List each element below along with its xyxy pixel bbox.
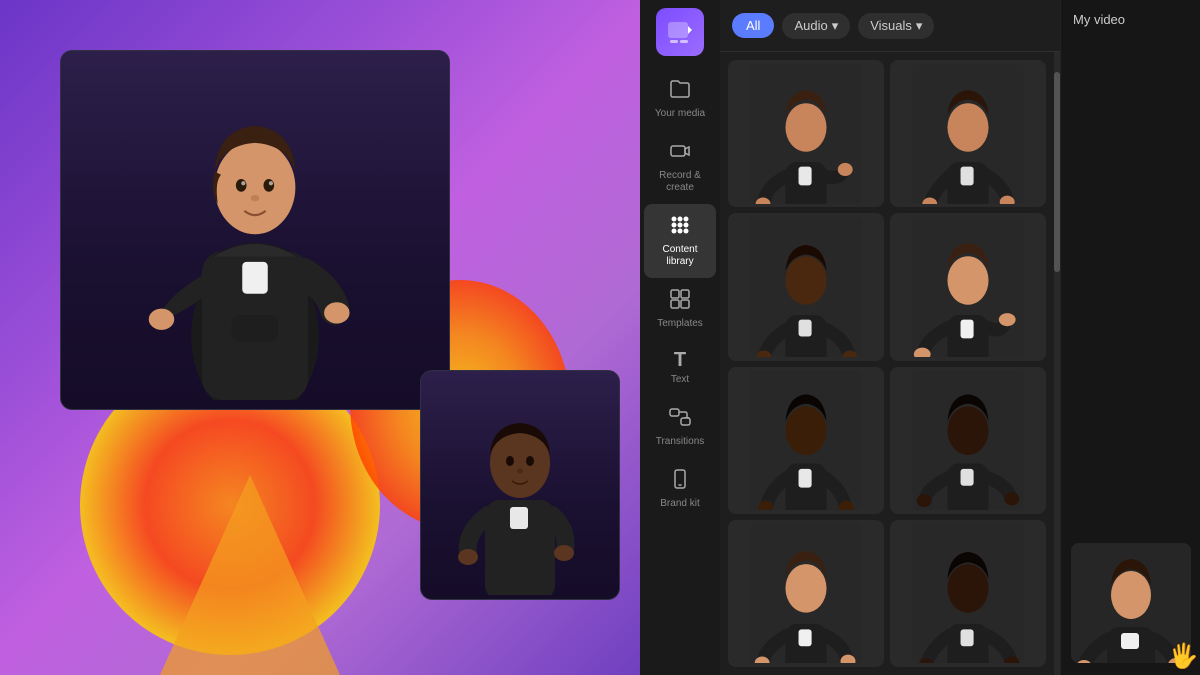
scroll-bar[interactable]	[1054, 52, 1060, 675]
sidebar-label-transitions: Transitions	[656, 436, 705, 448]
sidebar-item-record-create[interactable]: Record &create	[644, 130, 716, 204]
large-avatar-svg	[135, 60, 375, 400]
mini-panel: My video 🖐	[1060, 0, 1200, 675]
sidebar-item-content-library[interactable]: Contentlibrary	[644, 204, 716, 278]
sidebar-item-transitions[interactable]: Transitions	[644, 396, 716, 458]
thumb-5-avatar	[746, 370, 866, 510]
video-icon	[669, 140, 691, 166]
thumb-7-avatar	[746, 523, 866, 663]
sidebar-label-record-create: Record &create	[659, 170, 701, 194]
scroll-thumb[interactable]	[1054, 72, 1060, 272]
thumb-4[interactable]	[890, 213, 1046, 360]
text-icon: T	[674, 350, 686, 370]
main-cards-area	[60, 50, 620, 630]
sidebar-item-templates[interactable]: Templates	[644, 278, 716, 340]
sidebar-label-text: Text	[671, 374, 689, 386]
thumb-6[interactable]	[890, 367, 1046, 514]
small-avatar-container	[421, 371, 619, 599]
app-logo	[656, 8, 704, 56]
folder-icon	[669, 78, 691, 104]
small-avatar-svg	[450, 375, 590, 595]
sidebar: Your media Record &create	[640, 0, 720, 675]
thumb-8[interactable]	[890, 520, 1046, 667]
grid-icon	[669, 288, 691, 314]
sidebar-label-templates: Templates	[657, 318, 703, 330]
cursor-hand-icon: 🖐	[1169, 642, 1199, 671]
thumb-1[interactable]	[728, 60, 884, 207]
mini-panel-title: My video	[1069, 12, 1125, 27]
sidebar-item-text[interactable]: T Text	[644, 340, 716, 396]
filter-all-button[interactable]: All	[732, 13, 774, 38]
sidebar-item-your-media[interactable]: Your media	[644, 68, 716, 130]
mini-video-thumbnail[interactable]: 🖐	[1071, 543, 1191, 663]
filter-visuals-label: Visuals	[870, 18, 912, 33]
phone-icon	[669, 468, 691, 494]
sidebar-label-brand-kit: Brand kit	[660, 498, 699, 510]
background-area	[0, 0, 640, 675]
thumb-2-avatar	[908, 64, 1028, 204]
thumb-3[interactable]	[728, 213, 884, 360]
thumb-5[interactable]	[728, 367, 884, 514]
filter-bar: All Audio ▾ Visuals ▾	[720, 0, 1060, 52]
chevron-down-icon-2: ▾	[916, 18, 923, 34]
sidebar-label-your-media: Your media	[655, 108, 705, 120]
avatar-grid	[720, 52, 1054, 675]
thumb-6-avatar	[908, 370, 1028, 510]
thumb-8-avatar	[908, 523, 1028, 663]
sidebar-item-brand-kit[interactable]: Brand kit	[644, 458, 716, 520]
logo-icon	[666, 18, 694, 46]
filter-visuals-dropdown[interactable]: Visuals ▾	[858, 13, 934, 39]
large-avatar-container	[61, 51, 449, 409]
thumb-2[interactable]	[890, 60, 1046, 207]
filter-audio-label: Audio	[794, 18, 827, 33]
thumb-1-avatar	[746, 64, 866, 204]
thumb-7[interactable]	[728, 520, 884, 667]
chevron-down-icon: ▾	[832, 18, 839, 34]
large-video-card[interactable]	[60, 50, 450, 410]
filter-audio-dropdown[interactable]: Audio ▾	[782, 13, 850, 39]
content-area: All Audio ▾ Visuals ▾	[720, 0, 1060, 675]
small-video-card[interactable]	[420, 370, 620, 600]
thumb-3-avatar	[746, 217, 866, 357]
transitions-icon	[669, 406, 691, 432]
apps-icon	[669, 214, 691, 240]
sidebar-label-content-library: Contentlibrary	[662, 244, 697, 268]
right-panel: Your media Record &create	[640, 0, 1200, 675]
thumb-4-avatar	[908, 217, 1028, 357]
